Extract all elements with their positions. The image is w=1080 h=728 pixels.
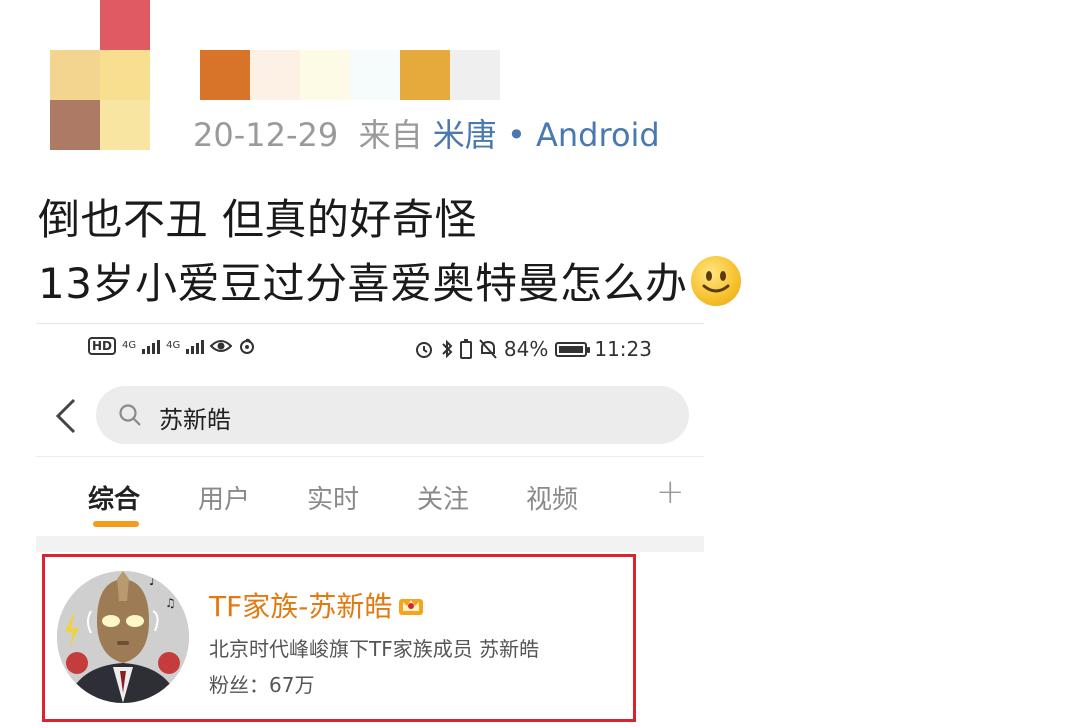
signal-icon-2 [186,338,205,354]
smile-emoji-icon [691,256,742,306]
section-divider [36,536,704,552]
hd-icon: HD [88,337,117,355]
mute-bell-icon [479,339,497,359]
search-header: 苏新皓 [36,376,704,457]
tab-video[interactable]: 视频 [526,479,578,516]
user-avatar[interactable]: ♪ ♫ [57,571,189,703]
mosaic-tile [50,100,100,150]
bluetooth-icon [442,339,453,359]
tab-comprehensive[interactable]: 综合 [88,479,140,516]
post-meta: 20-12-29 来自 米唐 • Android [193,110,660,156]
signal-icon [142,338,161,354]
post-date: 20-12-29 [193,116,339,154]
mosaic-tile [100,100,150,150]
post-text-line1: 倒也不丑 但真的好奇怪 [38,195,477,244]
embedded-screenshot: HD 4G 4G 84% 11:23 苏新皓 综合 用户 实时 关注 视频 + … [36,323,704,728]
ultraman-avatar-image: ♪ ♫ [57,571,189,703]
user-description: 北京时代峰峻旗下TF家族成员 苏新皓 [209,637,540,661]
netease-music-icon [240,338,255,354]
tab-realtime[interactable]: 实时 [307,479,359,516]
user-name-text: TF家族-苏新皓 [209,590,393,623]
network-4g-label: 4G [122,340,137,351]
mosaic-tile [100,50,150,100]
alarm-icon [415,342,432,358]
svg-text:♪: ♪ [149,574,157,588]
post-text-line2-text: 13岁小爱豆过分喜爱奥特曼怎么办 [38,259,688,308]
status-time: 11:23 [594,337,652,361]
battery-percent: 84% [503,337,549,361]
user-fans-count: 粉丝：67万 [209,673,315,697]
battery-icon [555,341,591,357]
vip-crown-icon [399,599,424,615]
search-input[interactable]: 苏新皓 [96,386,689,444]
tab-bar: 综合 用户 实时 关注 视频 + [36,457,704,535]
back-arrow-icon[interactable] [54,398,78,434]
svg-text:♫: ♫ [165,596,176,610]
add-tab-button[interactable]: + [656,472,685,512]
battery-saver-icon [459,339,472,359]
eye-icon [210,340,233,352]
blurred-avatar[interactable] [50,0,150,150]
tab-following[interactable]: 关注 [417,479,469,516]
tab-users[interactable]: 用户 [198,479,250,516]
from-label: 来自 [358,116,423,154]
source-link[interactable]: 米唐 • Android [433,116,660,154]
blurred-username[interactable] [200,50,500,100]
search-icon [119,404,141,426]
status-bar: HD 4G 4G 84% 11:23 [36,324,704,376]
post-text-line2: 13岁小爱豆过分喜爱奥特曼怎么办 [38,250,742,311]
network-4g-label-2: 4G [166,340,181,351]
mosaic-tile [50,50,100,100]
user-name[interactable]: TF家族-苏新皓 [209,585,424,625]
search-query: 苏新皓 [159,406,231,434]
user-result-card[interactable]: ♪ ♫ TF家族-苏新皓 北京时代峰峻旗下TF家族成员 苏新皓 粉丝：67万 [42,554,636,722]
mosaic-tile [100,0,150,50]
active-tab-indicator [93,521,139,527]
